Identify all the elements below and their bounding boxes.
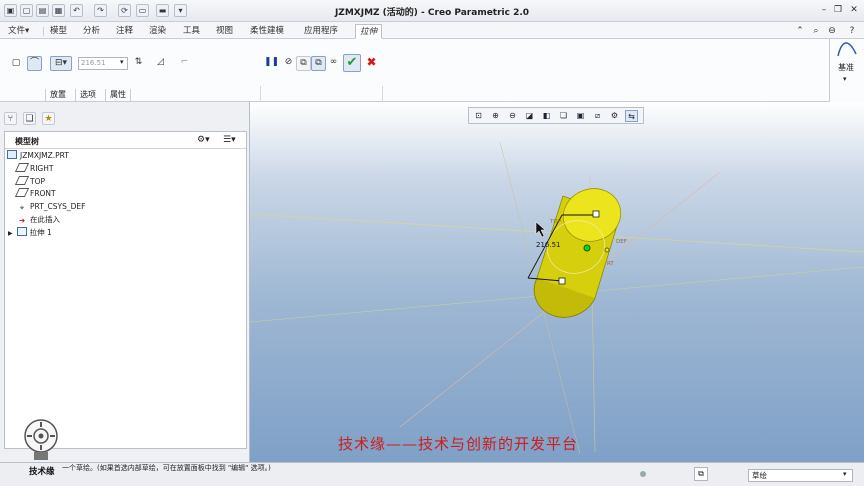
tab-applications[interactable]: 应用程序 [300,24,342,39]
pause-icon[interactable]: ❚❚ [264,56,279,71]
glasses-preview-icon[interactable]: ∞ [326,56,341,71]
selection-filter-dropdown[interactable]: 草绘 [748,469,853,482]
saved-views-icon[interactable]: ❏ [557,110,570,122]
zoom-out-icon[interactable]: ⊖ [506,110,519,122]
folder-browser-tab-icon[interactable]: ❏ [23,112,36,125]
view-manager-icon[interactable]: ▣ [574,110,587,122]
favorites-tab-icon[interactable]: ★ [42,112,55,125]
depth-option-icon[interactable]: ⊟▾ [50,56,72,71]
tree-node-extrude[interactable]: ▶ 拉伸 1 [8,227,52,239]
graphics-toolbar: ⊡ ⊕ ⊖ ◪ ◧ ❏ ▣ ⧄ ⚙ ⇆ [468,107,644,124]
tab-analysis[interactable]: 分析 [79,24,104,39]
help-icon[interactable]: ⊖ [826,25,838,37]
tab-view[interactable]: 视图 [212,24,237,39]
tab-render[interactable]: 渲染 [145,24,170,39]
solid-extrude-icon[interactable]: ▢ [10,57,22,72]
datum-plane-icon [14,188,30,197]
part-icon [7,150,17,159]
subtab-options[interactable]: 选项 [75,89,100,102]
watermark-text: 技术缘——技术与创新的开发平台 [338,435,579,453]
tree-node-top[interactable]: TOP [14,176,45,188]
model-graphics[interactable] [250,102,864,462]
zoom-in-icon[interactable]: ⊕ [489,110,502,122]
tree-node-csys[interactable]: ⌖ PRT_CSYS_DEF [17,201,86,213]
tree-node-insert-here[interactable]: ➜ 在此插入 [17,214,60,226]
sketch-curve-icon [837,42,857,57]
plane-label-def: DEF [616,239,627,245]
datum-plane-icon [14,163,30,172]
csys-origin [583,244,591,252]
datum-display-icon[interactable]: ⧄ [591,110,604,122]
tree-settings-icon[interactable]: ⚙▾ [197,135,210,145]
title-bar: ▣ ▢ ▤ ▦ ↶ ↷ ⟳ ▭ ▬ ▾ JZMXJMZ (活动的) - Creo… [0,0,864,22]
cancel-x-icon[interactable]: ✖ [364,56,379,71]
depth-dropdown-icon[interactable]: ▾ [120,58,124,66]
annotation-display-icon[interactable]: ⚙ [608,110,621,122]
tree-header-divider [5,148,246,149]
datum-plane-icon [14,176,30,185]
selection-filter-icon[interactable]: ⧉ [694,467,708,481]
drag-handle [592,210,600,218]
window-title: JZMXJMZ (活动的) - Creo Parametric 2.0 [334,8,530,18]
plane-label-rt: RT [607,261,614,267]
tree-node-part[interactable]: JZMXJMZ.PRT [7,150,69,162]
tab-flexible-modeling[interactable]: 柔性建模 [246,24,288,39]
expand-arrow-icon[interactable]: ▶ [8,230,13,237]
tab-annotate[interactable]: 注释 [112,24,137,39]
tab-tools[interactable]: 工具 [179,24,204,39]
tab-file[interactable]: 文件▾ [4,24,33,39]
tree-node-front[interactable]: FRONT [14,188,56,200]
logo-text: 技术缘 [29,467,55,477]
flip-direction-icon[interactable]: ⇅ [131,56,146,71]
verify-icon[interactable]: ⧉ [311,56,326,71]
tree-node-right[interactable]: RIGHT [14,163,53,175]
datum-group[interactable]: 基准 ▾ [829,39,864,102]
tree-show-icon[interactable]: ☰▾ [223,135,236,145]
model-tree: 模型树 ⚙▾ ☰▾ JZMXJMZ.PRT RIGHT TOP FRONT ⌖ P… [4,131,247,449]
help-menu-icon[interactable]: ? [846,25,858,37]
tree-label: 模型树 [15,137,39,146]
refit-icon[interactable]: ⊡ [472,110,485,122]
status-indicator-icon [640,471,646,477]
tab-extrude[interactable]: 拉伸 [355,24,383,39]
insert-arrow-icon: ➜ [18,216,26,225]
plane-label-top: TOP [550,219,562,225]
status-message: 一个草绘。(如果首选内部草绘，可在放置面板中找到 "编辑" 选项。) [62,464,271,472]
model-tree-tab-icon[interactable]: ⑂ [4,112,17,125]
datum-dropdown-icon: ▾ [843,75,847,83]
surface-extrude-icon[interactable]: ⌒ [27,56,42,71]
datum-label: 基准 [838,63,854,72]
tab-model[interactable]: 模型 [46,24,71,39]
restore-icon[interactable]: ❐ [832,4,844,16]
preview-icon[interactable]: ⧉ [296,56,311,71]
filter-dropdown-icon[interactable]: ▾ [843,470,847,478]
coordinate-system-icon: ⌖ [19,203,25,212]
navigator-panel: ⑂ ❏ ★ 模型树 ⚙▾ ☰▾ JZMXJMZ.PRT RIGHT TOP FR… [0,102,250,462]
graphics-viewport[interactable]: 216.51 TOP DEF RT ⊡ ⊕ ⊖ ◪ ◧ ❏ ▣ ⧄ ⚙ ⇆ [250,102,864,462]
remove-material-icon[interactable]: ◿ [153,56,168,71]
ribbon-tabs: 文件▾ 模型 分析 注释 渲染 工具 视图 柔性建模 应用程序 拉伸 ⌃ ⌕ ⊖… [0,22,864,39]
confirm-checkmark-icon[interactable]: ✔ [343,54,361,72]
extrude-feature-icon [16,227,27,236]
no-preview-icon[interactable]: ⊘ [281,56,296,71]
tab-separator [43,27,44,36]
subtab-properties[interactable]: 属性 [105,89,131,102]
spin-center-icon[interactable]: ⇆ [625,110,638,122]
close-icon[interactable]: ✕ [848,4,860,16]
drag-handle [558,277,566,285]
mouse-cursor-icon [535,221,546,238]
repaint-icon[interactable]: ◪ [523,110,536,122]
subtab-placement[interactable]: 放置 [45,89,70,102]
pin-icon[interactable]: ⌃ [794,25,806,37]
display-style-icon[interactable]: ◧ [540,110,553,122]
dimension-value[interactable]: 216.51 [536,241,561,249]
thicken-icon[interactable]: ⌐ [177,56,192,71]
minimize-icon[interactable]: – [818,4,830,16]
search-icon[interactable]: ⌕ [810,25,822,37]
